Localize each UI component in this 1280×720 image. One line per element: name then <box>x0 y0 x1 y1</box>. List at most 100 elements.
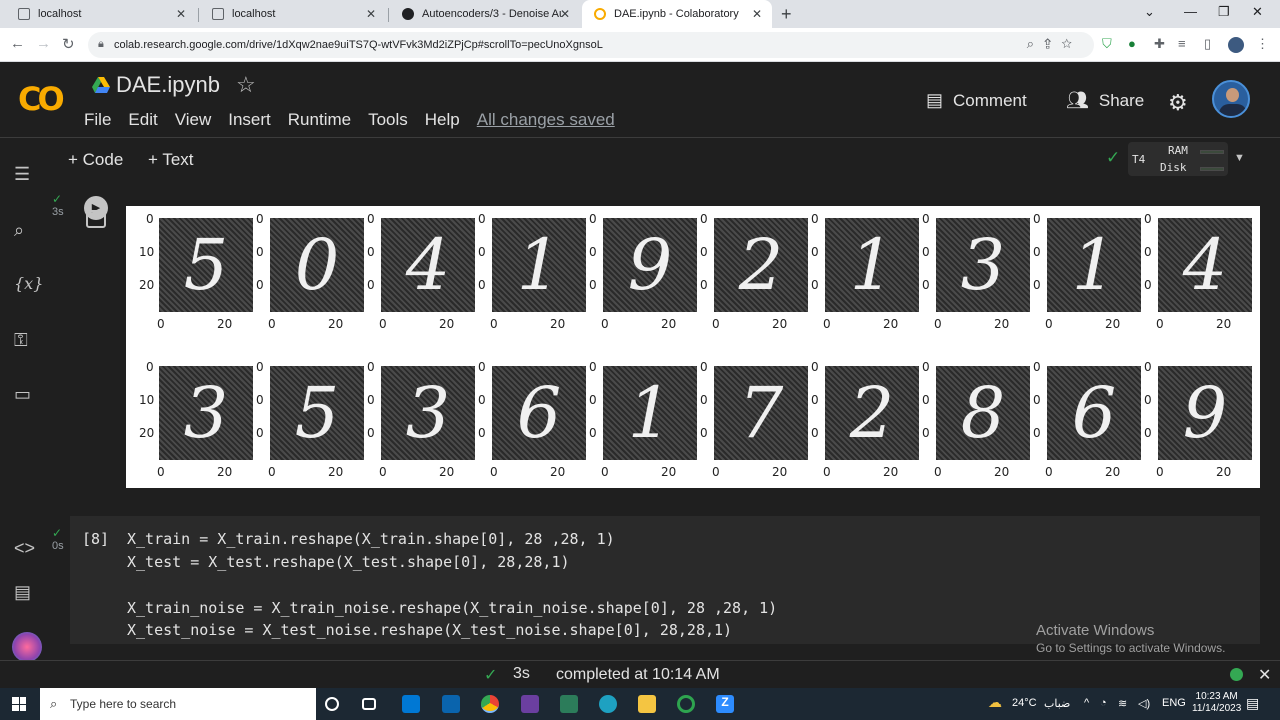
mail-icon[interactable] <box>442 695 460 713</box>
address-bar[interactable]: 🔒︎ colab.research.google.com/drive/1dXqw… <box>88 32 1094 58</box>
colab-logo[interactable]: CO <box>18 80 65 118</box>
window-close-button[interactable]: ✕ <box>1252 4 1263 20</box>
noisy-digit-image: 3 <box>159 366 253 460</box>
output-menu-icon[interactable] <box>86 210 106 228</box>
code-line-2[interactable]: X_test = X_test.reshape(X_test.shape[0],… <box>127 553 570 571</box>
y-tick-label: 0 <box>589 245 597 259</box>
app-icon-3[interactable] <box>677 695 695 713</box>
profile-avatar[interactable] <box>1228 37 1244 53</box>
reload-button[interactable]: ↻ <box>62 35 75 53</box>
menu-help[interactable]: Help <box>425 110 460 130</box>
y-tick-label: 10 <box>139 245 155 259</box>
y-tick-label: 0 <box>922 278 930 292</box>
search-icon[interactable]: ⌕ <box>14 220 24 241</box>
browser-tab-colab[interactable]: DAE.ipynb - Colaboratory ✕ <box>582 0 772 28</box>
code-run-indicator: ✓ 0s <box>52 526 64 552</box>
taskbar-search[interactable]: ⌕ Type here to search <box>40 688 316 720</box>
lock-icon[interactable]: 🔒︎ <box>98 38 104 51</box>
menu-view[interactable]: View <box>175 110 212 130</box>
extension-icon[interactable]: ● <box>1128 36 1136 51</box>
zoom-app-icon[interactable]: Z <box>716 695 734 713</box>
y-tick-label: 0 <box>1033 212 1041 226</box>
maximize-button[interactable]: ❐ <box>1218 4 1230 20</box>
comment-button[interactable]: ▤ Comment <box>926 90 1027 111</box>
code-line-1[interactable]: X_train = X_train.reshape(X_train.shape[… <box>127 530 615 548</box>
close-icon[interactable]: ✕ <box>752 7 762 21</box>
chrome-icon[interactable] <box>481 695 499 713</box>
y-tick-label: 0 <box>1033 245 1041 259</box>
noisy-digit-image: 3 <box>381 366 475 460</box>
x-tick-label: 20 <box>550 465 566 479</box>
taskbar-clock[interactable]: 10:23 AM 11/14/2023 <box>1192 691 1241 715</box>
variables-icon[interactable]: {x} <box>14 274 43 293</box>
menu-runtime[interactable]: Runtime <box>288 110 351 130</box>
windows-start-icon[interactable] <box>12 697 26 711</box>
notifications-icon[interactable]: ▤ <box>1246 695 1259 712</box>
connected-check-icon: ✓ <box>1106 148 1121 167</box>
close-icon[interactable]: ✕ <box>560 7 570 21</box>
runtime-dropdown-icon[interactable]: ▼ <box>1234 152 1245 164</box>
close-icon[interactable]: ✕ <box>366 7 376 21</box>
tray-chevron-icon[interactable]: ^ <box>1084 697 1089 709</box>
save-status[interactable]: All changes saved <box>477 110 615 130</box>
code-line-5[interactable]: X_test_noise = X_test_noise.reshape(X_te… <box>127 621 732 639</box>
key-icon[interactable]: ⚿ <box>14 330 28 351</box>
back-button[interactable]: ← <box>10 35 25 52</box>
share-button[interactable]: 👥︎ Share <box>1066 90 1144 111</box>
zoom-icon[interactable]: ⌕ <box>1027 36 1044 51</box>
runtime-resources[interactable]: T4 RAM Disk <box>1128 142 1228 176</box>
kebab-menu-icon[interactable]: ⋮ <box>1256 36 1269 52</box>
network-icon[interactable]: ◔ <box>1100 697 1107 709</box>
sidepanel-icon[interactable]: ▯ <box>1204 36 1211 52</box>
x-tick-label: 0 <box>601 317 609 331</box>
bookmark-star-icon[interactable]: ☆ <box>1061 36 1082 51</box>
share-page-icon[interactable]: ⇪ <box>1044 36 1061 51</box>
folder-icon[interactable]: ▭ <box>14 384 31 405</box>
store-icon[interactable] <box>402 695 420 713</box>
media-icon[interactable]: ≡ <box>1178 36 1186 51</box>
shield-extension-icon[interactable]: ⛉ <box>1102 36 1112 52</box>
code-line-4[interactable]: X_train_noise = X_train_noise.reshape(X_… <box>127 599 777 617</box>
y-tick-label: 0 <box>700 212 708 226</box>
code-snippets-icon[interactable]: <> <box>14 538 35 559</box>
user-avatar[interactable] <box>1212 80 1250 118</box>
table-of-contents-icon[interactable]: ☰ <box>14 164 30 185</box>
browser-tab-localhost-1[interactable]: localhost ✕ <box>6 0 196 28</box>
menu-file[interactable]: File <box>84 110 111 130</box>
notebook-title[interactable]: DAE.ipynb <box>116 72 220 98</box>
chevron-down-icon[interactable]: ⌄ <box>1144 4 1155 20</box>
app-icon-2[interactable] <box>560 695 578 713</box>
y-tick-label: 0 <box>1033 393 1041 407</box>
minimize-button[interactable]: — <box>1184 4 1197 19</box>
edge-icon[interactable] <box>599 695 617 713</box>
close-icon[interactable]: ✕ <box>176 7 186 21</box>
google-drive-icon <box>92 77 110 93</box>
new-tab-button[interactable]: + <box>781 4 792 25</box>
activate-windows-subtitle: Go to Settings to activate Windows. <box>1036 641 1226 655</box>
settings-gear-icon[interactable]: ⚙ <box>1168 90 1188 116</box>
status-time: 3s <box>513 665 530 682</box>
app-icon[interactable] <box>521 695 539 713</box>
language-indicator[interactable]: ENG <box>1162 697 1186 709</box>
forward-button[interactable]: → <box>36 35 51 52</box>
gemini-icon[interactable] <box>12 632 42 662</box>
file-explorer-icon[interactable] <box>638 695 656 713</box>
menu-tools[interactable]: Tools <box>368 110 408 130</box>
browser-tab-localhost-2[interactable]: localhost ✕ <box>200 0 386 28</box>
add-code-button[interactable]: + Code <box>68 150 123 170</box>
wifi-icon[interactable]: ≋ <box>1118 697 1127 710</box>
close-status-icon[interactable]: ✕ <box>1258 665 1271 685</box>
command-palette-icon[interactable]: ▤ <box>14 582 31 603</box>
browser-tab-github[interactable]: Autoencoders/3 - Denoise Auto ✕ <box>390 0 580 28</box>
task-view-icon[interactable] <box>362 698 376 710</box>
puzzle-icon[interactable]: ✚ <box>1154 36 1165 52</box>
add-text-button[interactable]: + Text <box>148 150 194 170</box>
x-tick-label: 0 <box>1045 317 1053 331</box>
x-tick-label: 0 <box>1156 317 1164 331</box>
volume-icon[interactable]: ◁) <box>1138 697 1150 710</box>
cortana-icon[interactable] <box>325 697 339 711</box>
star-icon[interactable]: ☆ <box>236 72 256 98</box>
menu-edit[interactable]: Edit <box>128 110 157 130</box>
menu-insert[interactable]: Insert <box>228 110 271 130</box>
noisy-digit-image: 9 <box>1158 366 1252 460</box>
